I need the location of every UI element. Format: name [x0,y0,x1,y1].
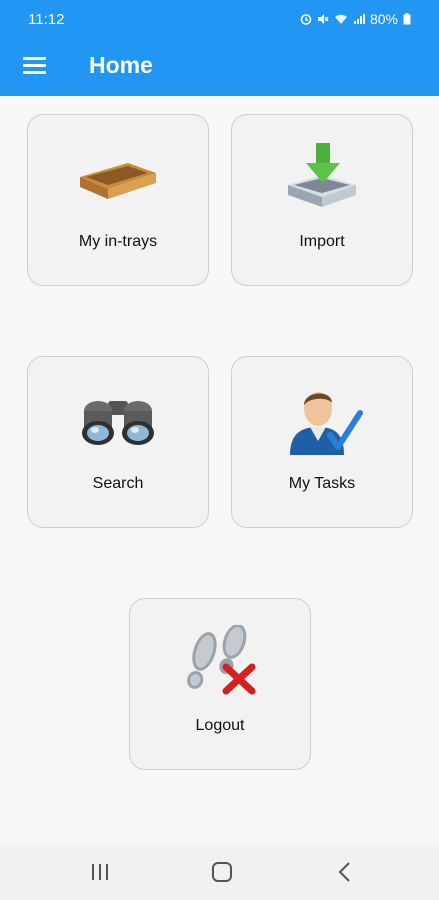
page-title: Home [89,52,153,78]
binoculars-icon [82,401,154,445]
my-tasks-button[interactable]: My Tasks [231,356,413,528]
import-button[interactable]: Import [231,114,413,286]
import-icon [288,143,356,207]
battery-percent: 80% [369,11,398,27]
tile-label: My in-trays [78,233,158,250]
tile-label: My Tasks [288,475,356,492]
battery-icon [403,13,411,25]
tile-label: Logout [195,717,245,734]
alarm-icon [300,14,312,25]
recent-apps-icon[interactable] [85,861,115,883]
my-in-trays-button[interactable]: My in-trays [27,114,209,286]
tile-label: Search [92,475,144,492]
signal-icon [353,14,365,24]
user-check-icon [290,392,363,455]
status-icons: 80% [300,11,411,27]
logout-button[interactable]: Logout [129,598,311,770]
status-time: 11:12 [28,11,65,28]
in-tray-icon [80,163,156,199]
tile-label: Import [299,233,345,250]
home-icon[interactable] [207,861,237,883]
app-bar: Home [0,38,439,96]
wifi-icon [334,14,347,24]
back-icon[interactable] [331,861,361,883]
mute-icon [317,14,329,24]
status-bar: 11:12 80% [0,0,439,38]
search-button[interactable]: Search [27,356,209,528]
menu-icon[interactable] [20,53,50,79]
footprints-x-icon [187,625,256,695]
system-nav-bar [0,845,439,900]
